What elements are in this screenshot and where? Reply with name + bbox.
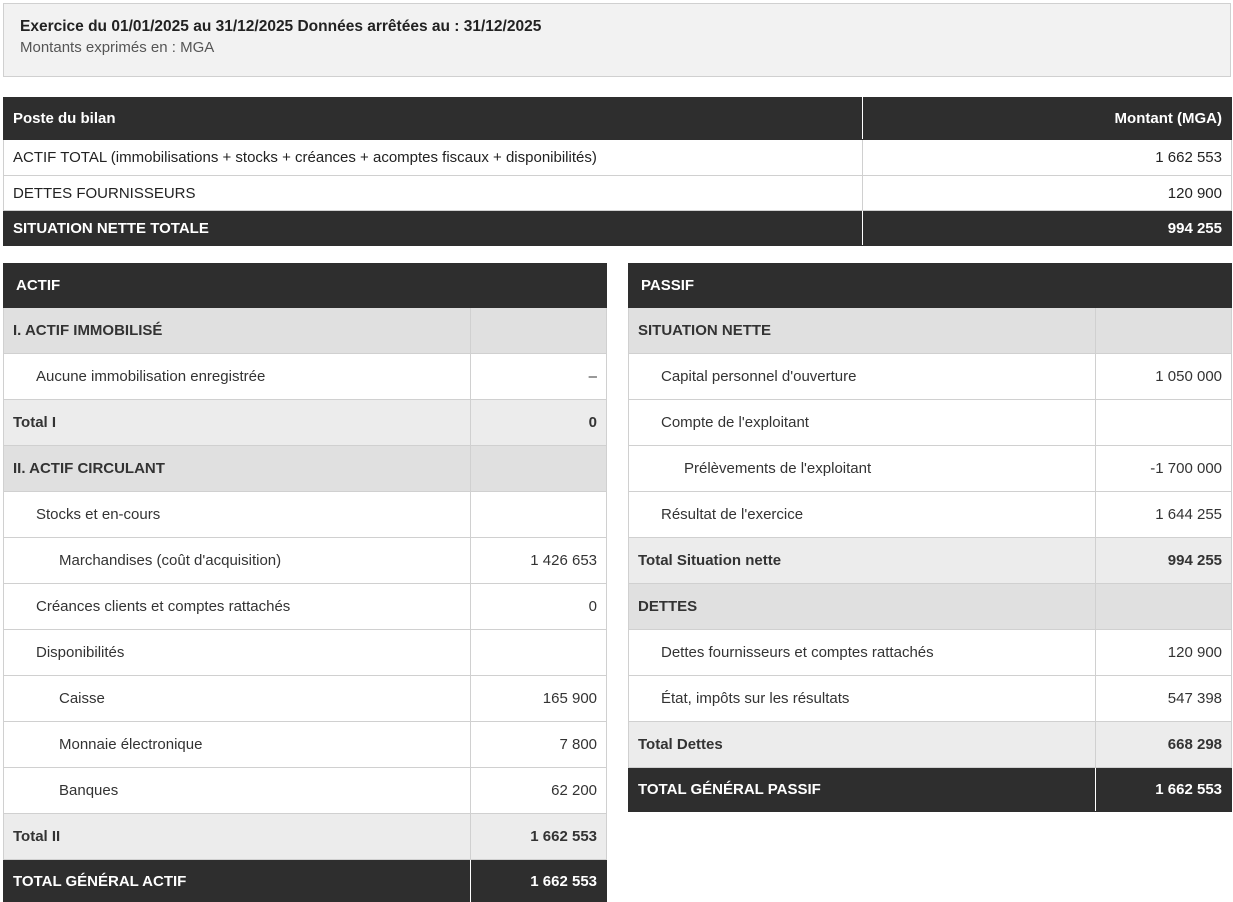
- subtotal-amount: 1 662 553: [469, 813, 608, 860]
- section-label: I. ACTIF IMMOBILISÉ: [3, 307, 471, 354]
- row-label: Disponibilités: [3, 629, 471, 676]
- section-row: DETTES: [628, 583, 1233, 630]
- row-label: Aucune immobilisation enregistrée: [3, 353, 471, 400]
- column-header-poste: Poste du bilan: [3, 97, 863, 140]
- grand-total-label: TOTAL GÉNÉRAL PASSIF: [628, 767, 1096, 812]
- row-amount: 1 426 653: [469, 537, 608, 584]
- subtotal-label: Total Dettes: [628, 721, 1096, 768]
- row-label: Monnaie électronique: [3, 721, 471, 768]
- row-amount: 62 200: [469, 767, 608, 814]
- row-amount: –: [469, 353, 608, 400]
- row-label: État, impôts sur les résultats: [628, 675, 1096, 722]
- subtotal-label: Total I: [3, 399, 471, 446]
- table-row: Résultat de l'exercice 1 644 255: [628, 491, 1233, 538]
- table-row: Disponibilités: [3, 629, 608, 676]
- column-header-montant: Montant (MGA): [862, 97, 1232, 140]
- row-amount: 547 398: [1094, 675, 1233, 722]
- subtotal-amount: 0: [469, 399, 608, 446]
- subtotal-row: Total Dettes 668 298: [628, 721, 1233, 768]
- currency-note: Montants exprimés en : MGA: [20, 39, 215, 56]
- table-row: Capital personnel d'ouverture 1 050 000: [628, 353, 1233, 400]
- section-row: II. ACTIF CIRCULANT: [3, 445, 608, 492]
- actif-header-row: ACTIF: [2, 263, 608, 308]
- row-amount: 1 050 000: [1094, 353, 1233, 400]
- table-row: Prélèvements de l'exploitant -1 700 000: [628, 445, 1233, 492]
- grand-total-row: TOTAL GÉNÉRAL ACTIF 1 662 553: [3, 859, 608, 902]
- row-label: Compte de l'exploitant: [628, 399, 1096, 446]
- grand-total-amount: 1 662 553: [1094, 767, 1233, 812]
- subtotal-row: Total Situation nette 994 255: [628, 537, 1233, 584]
- table-row: État, impôts sur les résultats 547 398: [628, 675, 1233, 722]
- grand-total-amount: 1 662 553: [469, 859, 608, 902]
- table-row: Monnaie électronique 7 800: [3, 721, 608, 768]
- report-header: Exercice du 01/01/2025 au 31/12/2025 Don…: [3, 3, 1231, 77]
- table-row: ACTIF TOTAL (immobilisations + stocks + …: [3, 139, 1232, 176]
- row-label: Banques: [3, 767, 471, 814]
- summary-total-row: SITUATION NETTE TOTALE 994 255: [3, 210, 1232, 246]
- actif-title: ACTIF: [2, 263, 608, 308]
- row-label: DETTES FOURNISSEURS: [3, 175, 863, 211]
- actif-table: ACTIF I. ACTIF IMMOBILISÉ Aucune immobil…: [2, 263, 608, 902]
- section-row: SITUATION NETTE: [628, 307, 1233, 354]
- row-label: Capital personnel d'ouverture: [628, 353, 1096, 400]
- row-label: Résultat de l'exercice: [628, 491, 1096, 538]
- table-row: DETTES FOURNISSEURS 120 900: [3, 175, 1232, 211]
- row-amount: 1 644 255: [1094, 491, 1233, 538]
- row-label: Créances clients et comptes rattachés: [3, 583, 471, 630]
- subtotal-label: Total II: [3, 813, 471, 860]
- section-amount: [469, 445, 608, 492]
- row-amount: 0: [469, 583, 608, 630]
- total-label: SITUATION NETTE TOTALE: [3, 210, 863, 246]
- row-label: Prélèvements de l'exploitant: [628, 445, 1096, 492]
- subtotal-row: Total I 0: [3, 399, 608, 446]
- table-row: Marchandises (coût d'acquisition) 1 426 …: [3, 537, 608, 584]
- summary-header-row: Poste du bilan Montant (MGA): [3, 97, 1232, 140]
- period-title: Exercice du 01/01/2025 au 31/12/2025 Don…: [20, 18, 542, 35]
- grand-total-label: TOTAL GÉNÉRAL ACTIF: [3, 859, 471, 902]
- table-row: Aucune immobilisation enregistrée –: [3, 353, 608, 400]
- subtotal-amount: 668 298: [1094, 721, 1233, 768]
- row-amount: 120 900: [1094, 629, 1233, 676]
- table-row: Stocks et en-cours: [3, 491, 608, 538]
- passif-title: PASSIF: [627, 263, 1233, 308]
- passif-table: PASSIF SITUATION NETTE Capital personnel…: [627, 263, 1233, 812]
- table-row: Créances clients et comptes rattachés 0: [3, 583, 608, 630]
- row-amount: -1 700 000: [1094, 445, 1233, 492]
- grand-total-row: TOTAL GÉNÉRAL PASSIF 1 662 553: [628, 767, 1233, 812]
- row-amount: [469, 629, 608, 676]
- total-amount: 994 255: [862, 210, 1232, 246]
- table-row: Caisse 165 900: [3, 675, 608, 722]
- row-label: Caisse: [3, 675, 471, 722]
- section-amount: [1094, 583, 1233, 630]
- table-row: Compte de l'exploitant: [628, 399, 1233, 446]
- row-label: Marchandises (coût d'acquisition): [3, 537, 471, 584]
- subtotal-label: Total Situation nette: [628, 537, 1096, 584]
- section-label: DETTES: [628, 583, 1096, 630]
- summary-table: Poste du bilan Montant (MGA) ACTIF TOTAL…: [3, 97, 1232, 246]
- subtotal-amount: 994 255: [1094, 537, 1233, 584]
- table-row: Dettes fournisseurs et comptes rattachés…: [628, 629, 1233, 676]
- section-row: I. ACTIF IMMOBILISÉ: [3, 307, 608, 354]
- row-amount: [469, 491, 608, 538]
- section-amount: [1094, 307, 1233, 354]
- subtotal-row: Total II 1 662 553: [3, 813, 608, 860]
- row-amount: [1094, 399, 1233, 446]
- section-label: SITUATION NETTE: [628, 307, 1096, 354]
- section-amount: [469, 307, 608, 354]
- row-label: Dettes fournisseurs et comptes rattachés: [628, 629, 1096, 676]
- row-amount: 165 900: [469, 675, 608, 722]
- row-amount: 120 900: [862, 175, 1232, 211]
- table-row: Banques 62 200: [3, 767, 608, 814]
- section-label: II. ACTIF CIRCULANT: [3, 445, 471, 492]
- row-label: ACTIF TOTAL (immobilisations + stocks + …: [3, 139, 863, 176]
- passif-header-row: PASSIF: [627, 263, 1233, 308]
- row-label: Stocks et en-cours: [3, 491, 471, 538]
- row-amount: 7 800: [469, 721, 608, 768]
- row-amount: 1 662 553: [862, 139, 1232, 176]
